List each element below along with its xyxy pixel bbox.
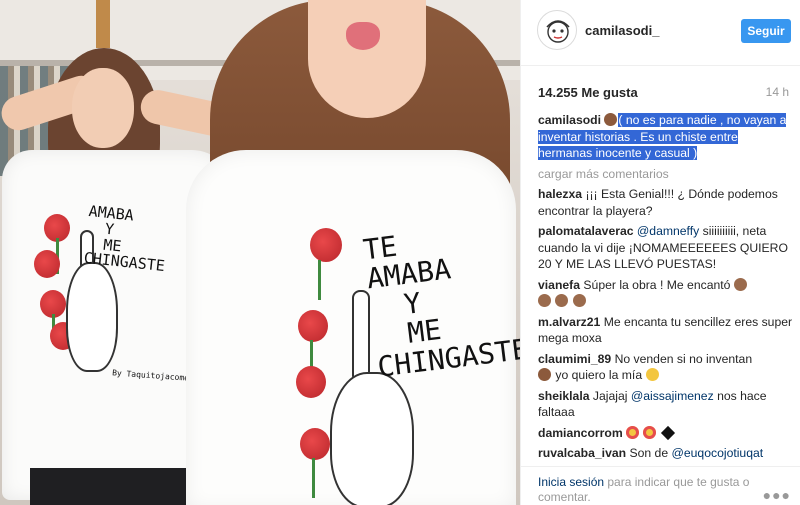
comment-text: Súper la obra ! Me encantó (583, 277, 731, 292)
finger-drawing (352, 290, 370, 380)
comment-text: Jajajaj (592, 388, 628, 403)
rose-drawing (300, 428, 330, 460)
left-girl-face (72, 68, 134, 148)
comment-item: sheiklala Jajajaj @aissajimenez nos hace… (538, 388, 794, 421)
load-more-comments-button[interactable]: cargar más comentarios (538, 166, 794, 183)
comment-item: halezxa ¡¡¡ Esta Genial!!! ¿ Dónde podem… (538, 186, 794, 219)
post-timestamp[interactable]: 14 h (766, 85, 789, 99)
clapping-hand-icon (572, 294, 586, 307)
comment-username[interactable]: halezxa (538, 187, 582, 201)
comment-item: palomatalaverac @damneffy siiiiiiiiii, n… (538, 223, 794, 273)
login-prompt: Inicia sesión para indicar que te gusta … (538, 475, 758, 505)
post-photo[interactable]: AMABA Y ME CHINGASTE By Taquitojacome TE… (0, 0, 520, 505)
woman-emoji-icon (604, 113, 618, 126)
caption: camilasodi ( no es para nadie , no vayan… (538, 112, 794, 162)
avatar[interactable] (537, 10, 577, 50)
rose-stem (312, 458, 315, 498)
comment-mention-link[interactable]: @euqocojotiuqat (672, 446, 764, 460)
comment-mention-link[interactable]: @aissajimenez (631, 389, 714, 403)
right-shirt-text: TE AMABA Y ME CHINGASTE (361, 229, 520, 384)
more-options-icon[interactable]: ●●● (763, 487, 791, 503)
caption-username[interactable]: camilasodi (538, 113, 601, 127)
heart-eyes-emoji-icon (626, 425, 640, 439)
tongue (346, 22, 380, 50)
comments-list: camilasodi ( no es para nadie , no vayan… (538, 112, 794, 466)
avatar-drawing-icon (546, 20, 570, 43)
woman-raising-hand-icon (645, 368, 659, 381)
rose-stem (318, 260, 321, 300)
comment-username[interactable]: claumimi_89 (538, 352, 611, 366)
comment-mention-link[interactable]: @damneffy (637, 224, 699, 238)
follow-button[interactable]: Seguir (741, 19, 791, 43)
woman-emoji-icon (538, 368, 551, 381)
comment-username[interactable]: ruvalcaba_ivan (538, 446, 626, 460)
right-girl-face (308, 0, 426, 118)
left-shirt-text: AMABA Y ME CHINGASTE (82, 201, 166, 276)
comment-item: vianefa Súper la obra ! Me encantó (538, 277, 794, 310)
comment-text: Son de (629, 446, 669, 460)
post-username-link[interactable]: camilasodi_ (585, 23, 659, 38)
post-sidebar: camilasodi_ Seguir 14.255 Me gusta 14 h … (520, 0, 800, 505)
face-drawing (66, 262, 118, 372)
black-heart-icon (660, 425, 675, 440)
rose-drawing (298, 310, 328, 342)
comment-text-continued: yo quiero la mía (555, 368, 643, 382)
login-link[interactable]: Inicia sesión (538, 475, 604, 489)
left-girl-pants (30, 468, 200, 505)
comment-username[interactable]: damiancorrom (538, 426, 623, 440)
comment-username[interactable]: vianefa (538, 278, 580, 292)
comment-username[interactable]: sheiklala (538, 389, 590, 403)
wooden-post (96, 0, 110, 48)
clapping-hand-icon (555, 294, 569, 307)
comment-item: claumimi_89 No venden si no inventan yo … (538, 351, 794, 384)
comment-item: ruvalcaba_ivan Son de @euqocojotiuqat (538, 445, 794, 462)
rose-drawing (310, 228, 342, 262)
post-footer: Inicia sesión para indicar que te gusta … (521, 466, 800, 505)
comment-item: m.alvarz21 Me encanta tu sencillez eres … (538, 314, 794, 347)
comment-username[interactable]: m.alvarz21 (538, 315, 600, 329)
rose-drawing (34, 250, 60, 278)
clapping-hand-icon (538, 294, 551, 307)
post-header: camilasodi_ Seguir (521, 0, 800, 66)
likes-count[interactable]: 14.255 Me gusta (538, 85, 638, 100)
clapping-hand-icon (733, 277, 747, 291)
comment-username[interactable]: palomatalaverac (538, 224, 634, 238)
comment-text: No venden si no inventan (614, 351, 753, 366)
comment-item: damiancorrom (538, 425, 794, 442)
rose-drawing (296, 366, 326, 398)
face-drawing (330, 372, 414, 505)
post-meta: 14.255 Me gusta 14 h (521, 66, 800, 116)
heart-eyes-emoji-icon (643, 425, 657, 439)
